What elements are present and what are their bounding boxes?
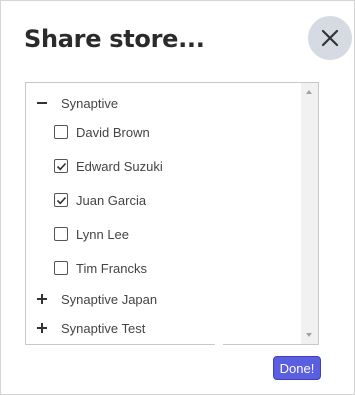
expand-icon[interactable] [35,292,49,306]
group-label: Synaptive Test [61,320,146,336]
tree-group-synaptive-japan[interactable]: Synaptive Japan [35,287,157,311]
tree-group-synaptive-test[interactable]: Synaptive Test [35,316,145,340]
checkbox[interactable] [54,193,68,207]
checkbox[interactable] [54,159,68,173]
member-name: Tim Francks [76,260,148,276]
member-name: Lynn Lee [76,226,130,242]
expand-icon[interactable] [35,321,49,335]
tree-group-synaptive[interactable]: Synaptive [35,91,118,115]
checkbox[interactable] [54,261,68,275]
divider [215,344,223,346]
group-label: Synaptive Japan [61,291,158,307]
collapse-icon[interactable] [35,96,49,110]
member-name: Juan Garcia [76,192,147,208]
dialog-title: Share store... [24,25,205,53]
member-name: Edward Suzuki [76,158,163,174]
member-name: David Brown [76,124,150,140]
scroll-up-icon[interactable] [306,90,312,94]
done-button[interactable]: Done! [273,356,321,380]
scroll-down-icon[interactable] [306,333,312,337]
scrollbar[interactable] [301,83,318,344]
checkbox[interactable] [54,125,68,139]
checkmark-icon [56,196,67,205]
group-label: Synaptive [61,95,119,111]
list-item[interactable]: Tim Francks [54,256,147,280]
close-icon [321,29,339,47]
list-item[interactable]: David Brown [54,120,150,144]
list-item[interactable]: Edward Suzuki [54,154,163,178]
share-store-dialog: Share store... Synaptive David Brown Edw… [0,0,355,395]
checkmark-icon [56,162,67,171]
list-item[interactable]: Juan Garcia [54,188,146,212]
user-tree: Synaptive David Brown Edward Suzuki Juan… [25,82,319,345]
close-button[interactable] [308,16,352,60]
checkbox[interactable] [54,227,68,241]
list-item[interactable]: Lynn Lee [54,222,129,246]
